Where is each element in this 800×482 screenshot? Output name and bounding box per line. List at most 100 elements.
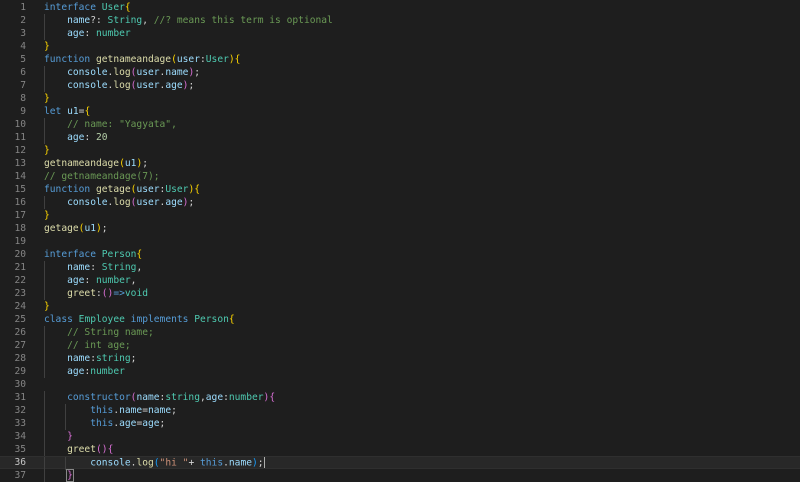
code-line[interactable]: 12} (0, 144, 800, 157)
code-line[interactable]: 4} (0, 40, 800, 53)
code-text: age: number (44, 27, 131, 40)
code-line[interactable]: 30 (0, 378, 800, 391)
code-line[interactable]: 10 // name: "Yagyata", (0, 118, 800, 131)
code-text: name:string; (44, 352, 136, 365)
code-line[interactable]: 36 console.log("hi "+ this.name); (0, 456, 800, 470)
code-line[interactable]: 13 getnameandage(u1); (0, 157, 800, 170)
code-text: age: 20 (44, 131, 107, 144)
code-line[interactable]: 35 greet(){ (0, 443, 800, 456)
code-text: console.log("hi "+ this.name); (44, 457, 265, 469)
code-line[interactable]: 29 age:number (0, 365, 800, 378)
code-token: Employee (78, 314, 125, 325)
code-line[interactable]: 5 function getnameandage(user:User){ (0, 53, 800, 66)
code-line[interactable]: 19 (0, 235, 800, 248)
code-token: getnameandage (96, 54, 172, 65)
line-number: 22 (14, 275, 26, 286)
code-token: interface (44, 249, 96, 260)
code-line[interactable]: 6 console.log(user.name); (0, 66, 800, 79)
code-text: } (44, 40, 50, 53)
code-token: number (96, 28, 131, 39)
line-number: 37 (14, 470, 26, 481)
code-line[interactable]: 18 getage(u1); (0, 222, 800, 235)
code-token: => (113, 288, 125, 299)
line-number: 2 (20, 15, 26, 26)
line-number: 19 (14, 236, 26, 247)
code-token: age (205, 392, 224, 403)
code-line[interactable]: 21 name: String, (0, 261, 800, 274)
code-token: } (66, 469, 74, 482)
line-number: 25 (14, 314, 26, 325)
code-token: function (44, 184, 91, 195)
text-cursor (263, 457, 265, 468)
code-token: { (228, 314, 235, 325)
code-token: age (67, 366, 85, 377)
code-token: getnameandage (44, 158, 120, 169)
code-editor[interactable]: 1 interface User{2 name?: String, //? mea… (0, 0, 800, 482)
code-line[interactable]: 9 let u1={ (0, 105, 800, 118)
line-number: 26 (14, 327, 26, 338)
code-token: name (67, 262, 91, 273)
code-line[interactable]: 14 // getnameandage(7); (0, 170, 800, 183)
code-line[interactable]: 32 this.name=name; (0, 404, 800, 417)
code-line[interactable]: 33 this.age=age; (0, 417, 800, 430)
code-token: number (96, 275, 131, 286)
code-line[interactable]: 28 name:string; (0, 352, 800, 365)
code-line[interactable]: 37 } (0, 469, 800, 482)
code-line[interactable]: 31 constructor(name:string,age:number){ (0, 391, 800, 404)
code-line[interactable]: 27 // int age; (0, 339, 800, 352)
line-number: 9 (20, 106, 26, 117)
code-token: // name: "Yagyata", (67, 119, 177, 130)
code-line[interactable]: 2 name?: String, //? means this term is … (0, 14, 800, 27)
code-line[interactable]: 20 interface Person{ (0, 248, 800, 261)
code-line[interactable]: 16 console.log(user.age); (0, 196, 800, 209)
code-token: //? means this term is optional (153, 15, 333, 26)
code-token: ; (171, 405, 177, 416)
line-number: 12 (14, 145, 26, 156)
code-token: } (44, 301, 50, 312)
line-number: 29 (14, 366, 26, 377)
code-token: "hi " (159, 457, 189, 469)
code-line[interactable]: 23 greet:()=>void (0, 287, 800, 300)
code-line[interactable]: 1 interface User{ (0, 1, 800, 14)
code-text: name?: String, //? means this term is op… (44, 14, 333, 27)
code-text: interface User{ (44, 1, 131, 14)
code-line[interactable]: 26 // String name; (0, 326, 800, 339)
code-token: name (67, 353, 91, 364)
code-token: age (142, 418, 160, 429)
code-token: ; (142, 158, 148, 169)
code-line[interactable]: 3 age: number (0, 27, 800, 40)
code-text: getnameandage(u1); (44, 157, 148, 170)
code-token: implements (130, 314, 189, 325)
line-number: 7 (20, 80, 26, 91)
code-token: log (113, 80, 131, 91)
code-line[interactable]: 15 function getage(user:User){ (0, 183, 800, 196)
code-token: user (136, 67, 160, 78)
code-text: getage(u1); (44, 222, 108, 235)
code-token: getage (96, 184, 131, 195)
code-line[interactable]: 7 console.log(user.age); (0, 79, 800, 92)
line-number: 23 (14, 288, 26, 299)
code-token: console (67, 67, 108, 78)
code-line[interactable]: 22 age: number, (0, 274, 800, 287)
code-token: User (205, 54, 229, 65)
code-token: log (113, 197, 131, 208)
line-number: 27 (14, 340, 26, 351)
code-text: } (44, 92, 50, 105)
code-token: name (67, 15, 91, 26)
code-line[interactable]: 17} (0, 209, 800, 222)
code-line[interactable]: 25 class Employee implements Person{ (0, 313, 800, 326)
code-line[interactable]: 34 } (0, 430, 800, 443)
code-token: ; (130, 353, 137, 364)
code-line[interactable]: 24} (0, 300, 800, 313)
code-line[interactable]: 8} (0, 92, 800, 105)
code-line[interactable]: 11 age: 20 (0, 131, 800, 144)
line-number: 34 (14, 431, 26, 442)
code-token: log (136, 457, 154, 469)
code-token: } (67, 431, 73, 442)
